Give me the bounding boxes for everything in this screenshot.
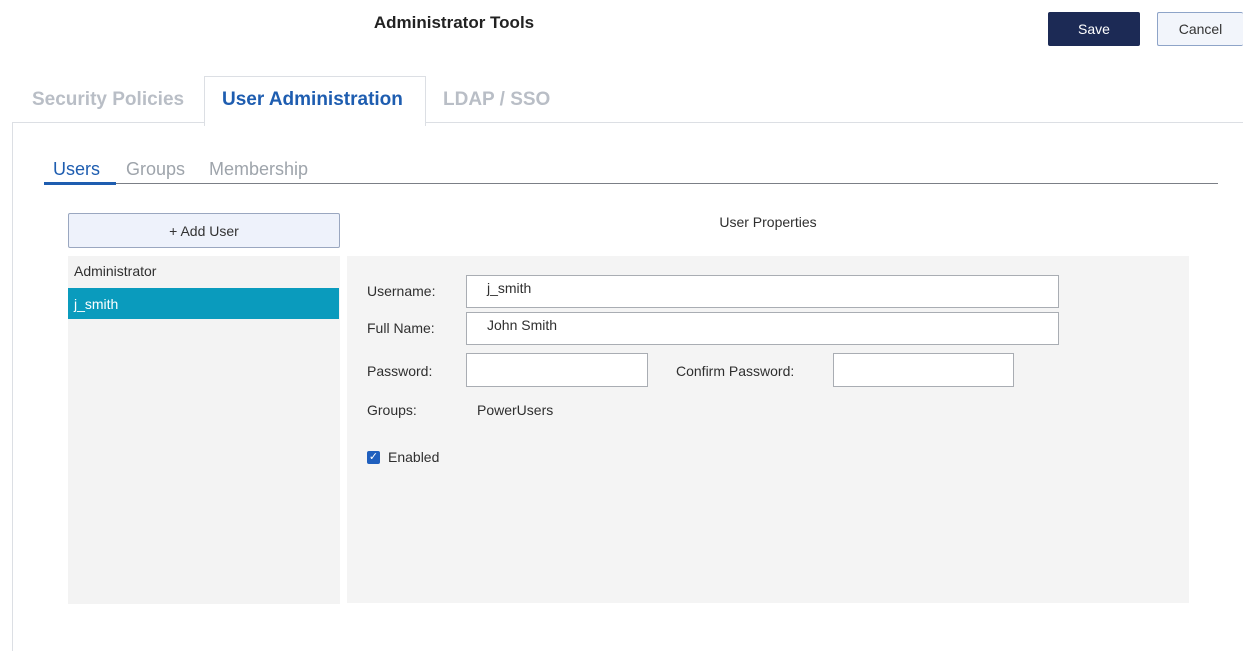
confirm-password-input[interactable]	[833, 353, 1014, 387]
user-list-item-j-smith[interactable]: j_smith	[68, 288, 339, 319]
subtab-active-indicator	[44, 182, 116, 185]
tab-user-administration[interactable]: User Administration	[222, 89, 403, 111]
tab-ldap-sso[interactable]: LDAP / SSO	[443, 89, 550, 111]
cancel-button[interactable]: Cancel	[1157, 12, 1243, 46]
password-label: Password:	[367, 363, 433, 379]
password-input[interactable]	[466, 353, 648, 387]
subtab-divider	[44, 183, 1218, 184]
user-properties-panel	[347, 256, 1189, 603]
tab-panel-border	[12, 122, 1243, 123]
confirm-password-label: Confirm Password:	[676, 363, 795, 379]
full-name-label: Full Name:	[367, 320, 435, 336]
user-list-item-administrator[interactable]: Administrator	[68, 255, 339, 286]
enabled-label[interactable]: Enabled	[388, 449, 439, 465]
tab-panel-left-border	[12, 122, 13, 651]
subtab-membership[interactable]: Membership	[209, 159, 308, 180]
page-title: Administrator Tools	[373, 13, 535, 32]
groups-value: PowerUsers	[477, 402, 554, 418]
enabled-checkbox[interactable]: ✓	[367, 451, 380, 464]
subtab-users[interactable]: Users	[53, 159, 100, 180]
subtab-groups[interactable]: Groups	[126, 159, 185, 180]
tab-security-policies[interactable]: Security Policies	[32, 89, 184, 111]
username-label: Username:	[367, 283, 436, 299]
check-icon: ✓	[368, 451, 379, 463]
username-input[interactable]: j_smith	[466, 275, 1059, 308]
save-button[interactable]: Save	[1048, 12, 1140, 46]
full-name-input[interactable]: John Smith	[466, 312, 1059, 345]
user-properties-title: User Properties	[719, 214, 817, 230]
add-user-button[interactable]: + Add User	[68, 213, 340, 248]
groups-label: Groups:	[367, 402, 417, 418]
